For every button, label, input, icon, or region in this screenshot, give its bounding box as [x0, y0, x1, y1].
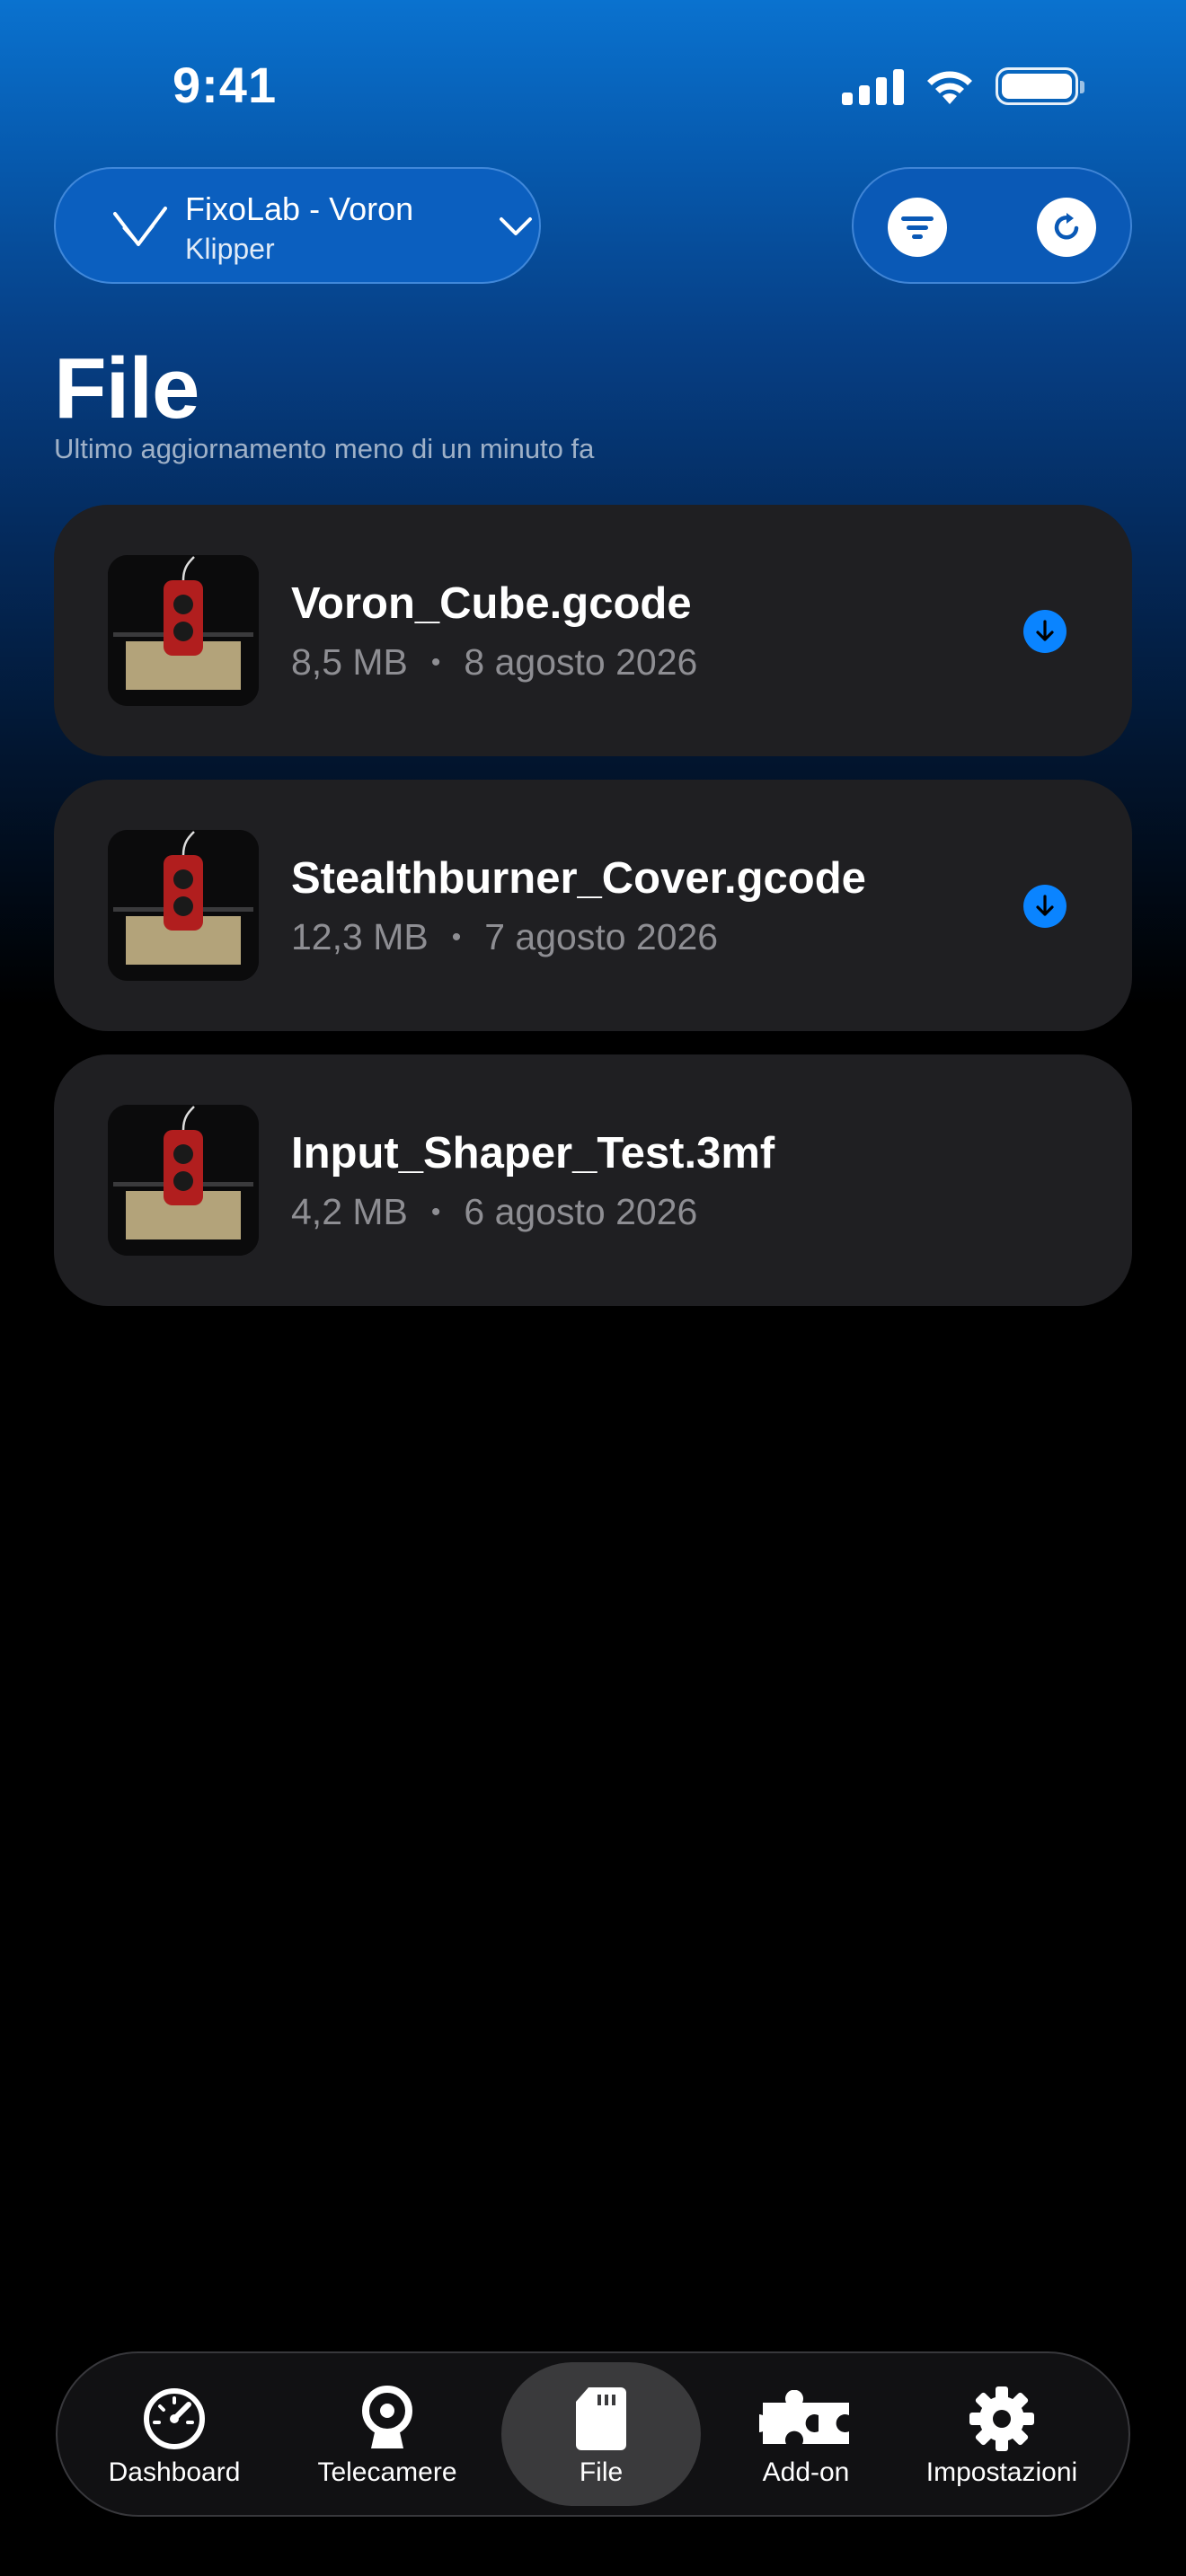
- battery-icon: [996, 67, 1084, 105]
- cellular-signal-icon: [842, 67, 904, 105]
- meta-separator: •: [430, 648, 441, 677]
- speedometer-icon: [144, 2388, 205, 2449]
- status-time: 9:41: [173, 57, 278, 113]
- gear-icon: [969, 2386, 1034, 2451]
- voron-logo-icon: [113, 207, 167, 246]
- file-name: Voron_Cube.gcode: [291, 579, 692, 628]
- file-date: 8 agosto 2026: [464, 641, 698, 683]
- file-thumbnail: [108, 555, 259, 706]
- printer-info: FixoLab - Voron Klipper: [185, 189, 413, 268]
- wifi-icon: [927, 71, 972, 104]
- last-update-label: Ultimo aggiornamento meno di un minuto f…: [54, 433, 595, 464]
- file-thumbnail: [108, 830, 259, 981]
- tab-dashboard[interactable]: Dashboard: [84, 2362, 264, 2506]
- chevron-down-icon: [500, 217, 532, 235]
- tab-bar: Dashboard Telecamere File Add-on Imposta…: [56, 2351, 1130, 2517]
- file-name: Input_Shaper_Test.3mf: [291, 1129, 775, 1178]
- arrow-down-icon: [1036, 620, 1054, 641]
- file-size: 4,2 MB: [291, 1191, 408, 1232]
- tab-label: File: [579, 2457, 624, 2487]
- refresh-button[interactable]: [1037, 198, 1096, 257]
- tab-label: Dashboard: [108, 2457, 241, 2487]
- header-actions: [852, 167, 1132, 284]
- webcam-icon: [362, 2386, 412, 2448]
- status-icons: [842, 66, 1084, 106]
- filter-icon: [901, 216, 934, 239]
- status-bar: 9:41: [0, 0, 1186, 171]
- file-thumbnail: [108, 1105, 259, 1256]
- arrow-down-icon: [1036, 895, 1054, 916]
- puzzle-icon: [759, 2390, 849, 2444]
- file-date: 6 agosto 2026: [464, 1191, 698, 1232]
- page-title: File: [54, 340, 199, 437]
- file-meta: 4,2 MB • 6 agosto 2026: [291, 1189, 1010, 1235]
- download-button[interactable]: [1023, 885, 1067, 928]
- printer-firmware: Klipper: [185, 233, 275, 265]
- refresh-icon: [1054, 213, 1079, 240]
- sd-card-icon: [576, 2387, 626, 2450]
- tab-label: Add-on: [762, 2457, 850, 2487]
- printer-name: FixoLab - Voron: [185, 190, 414, 227]
- meta-separator: •: [451, 922, 462, 952]
- filter-button[interactable]: [888, 198, 947, 257]
- file-meta: 8,5 MB • 8 agosto 2026: [291, 640, 1010, 685]
- tab-label: Impostazioni: [925, 2457, 1078, 2487]
- file-card[interactable]: Stealthburner_Cover.gcode 12,3 MB • 7 agos…: [54, 780, 1132, 1031]
- printer-selector-button[interactable]: FixoLab - Voron Klipper: [54, 167, 541, 284]
- file-name: Stealthburner_Cover.gcode: [291, 854, 866, 903]
- file-card[interactable]: Input_Shaper_Test.3mf 4,2 MB • 6 agosto 20…: [54, 1054, 1132, 1306]
- file-list: Voron_Cube.gcode 8,5 MB • 8 agosto 2026: [54, 505, 1132, 1329]
- download-button[interactable]: [1023, 610, 1067, 653]
- file-date: 7 agosto 2026: [484, 916, 719, 957]
- tab-label: Telecamere: [317, 2457, 457, 2487]
- tab-add-on[interactable]: Add-on: [730, 2362, 882, 2506]
- file-size: 8,5 MB: [291, 641, 408, 683]
- tab-impostazioni[interactable]: Impostazioni: [898, 2362, 1105, 2506]
- tab-telecamere[interactable]: Telecamere: [293, 2362, 482, 2506]
- file-size: 12,3 MB: [291, 916, 429, 957]
- meta-separator: •: [430, 1197, 441, 1227]
- files-screen: 9:41 FixoLab - Voron Klipper File Ultimo…: [0, 0, 1186, 2576]
- file-card[interactable]: Voron_Cube.gcode 8,5 MB • 8 agosto 2026: [54, 505, 1132, 756]
- file-meta: 12,3 MB • 7 agosto 2026: [291, 914, 1010, 960]
- tab-file[interactable]: File: [501, 2362, 701, 2506]
